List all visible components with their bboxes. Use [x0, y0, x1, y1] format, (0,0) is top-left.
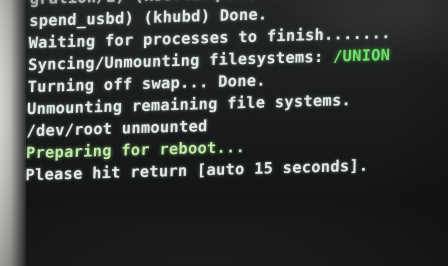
console-output: gration/1) (ksoftirqd/1) (watchdog/1) sp… — [25, 0, 448, 186]
status-highlight: /UNION — [332, 45, 391, 66]
monitor-bezel — [0, 0, 26, 266]
terminal-photo: gration/1) (ksoftirqd/1) (watchdog/1) sp… — [0, 0, 448, 266]
